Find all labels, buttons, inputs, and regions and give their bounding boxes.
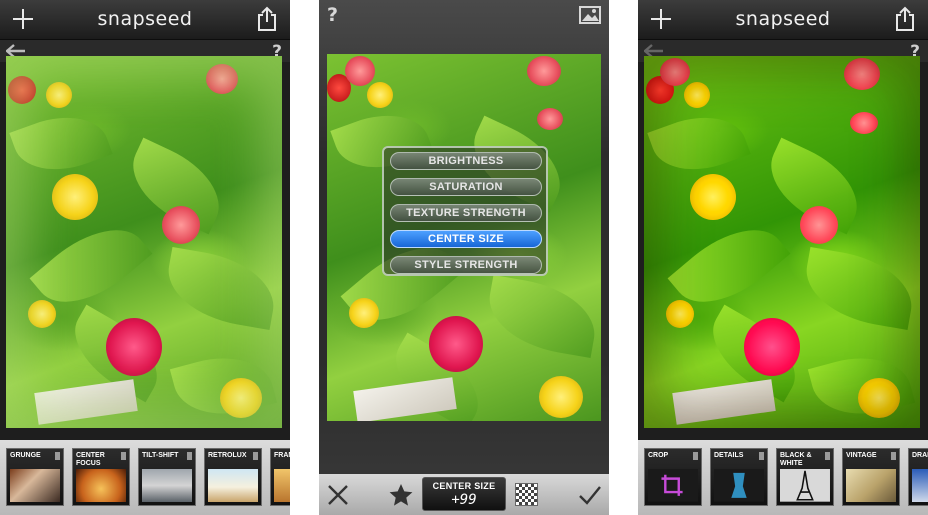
tool-tile-vintage[interactable]: VINTAGE xyxy=(842,448,900,506)
details-icon xyxy=(714,469,764,502)
flower xyxy=(539,376,583,418)
share-icon[interactable] xyxy=(256,6,278,32)
flower xyxy=(429,316,483,372)
leaf xyxy=(799,246,919,331)
help-icon[interactable]: ? xyxy=(327,4,338,26)
star-icon[interactable] xyxy=(388,482,414,508)
flower xyxy=(684,82,710,108)
top-bar: snapseed xyxy=(0,0,290,40)
filter-tile-tilt-shift[interactable]: TILT-SHIFT xyxy=(138,448,196,506)
slider-readout[interactable]: CENTER SIZE +99 xyxy=(422,477,506,511)
tile-marker xyxy=(759,452,764,460)
flower xyxy=(844,58,880,90)
screen-filter-center-focus: snapseed ? GRUNGE CENTER FOCUS TILT-SHIF… xyxy=(0,0,290,515)
leaf xyxy=(161,246,281,331)
tile-marker xyxy=(825,452,830,460)
share-icon[interactable] xyxy=(894,6,916,32)
flower xyxy=(527,56,561,86)
flower xyxy=(744,318,800,376)
flower xyxy=(162,206,200,244)
flower xyxy=(106,318,162,376)
filter-thumbnail xyxy=(274,469,290,502)
flower xyxy=(800,206,838,244)
tool-tile-drama[interactable]: DRAMA xyxy=(908,448,928,506)
photo-canvas[interactable] xyxy=(644,56,920,428)
leaf xyxy=(9,102,113,185)
tool-strip: CROP DETAILS BLACK & WHITE VINTAGE DRA xyxy=(638,440,928,515)
param-texture-strength[interactable]: TEXTURE STRENGTH xyxy=(390,204,542,222)
screen-parameter-menu: ? BRIGHTNESS SATURATION TEXTURE STRENGTH… xyxy=(319,0,609,515)
filter-tile-grunge[interactable]: GRUNGE xyxy=(6,448,64,506)
checkmark-icon[interactable] xyxy=(577,482,603,508)
tile-marker xyxy=(187,452,192,460)
flower xyxy=(660,58,690,86)
readout-label: CENTER SIZE xyxy=(432,481,496,491)
flower xyxy=(28,300,56,328)
checker-icon[interactable] xyxy=(515,483,538,506)
param-brightness[interactable]: BRIGHTNESS xyxy=(390,152,542,170)
leaf xyxy=(482,274,601,359)
screen-tools: snapseed ? CROP DETAILS BLACK & WHITE VI… xyxy=(638,0,928,515)
black-white-thumbnail xyxy=(780,469,830,502)
filter-tile-center-focus[interactable]: CENTER FOCUS xyxy=(72,448,130,506)
flower xyxy=(220,378,262,418)
tile-marker xyxy=(693,452,698,460)
tool-tile-crop[interactable]: CROP xyxy=(644,448,702,506)
flower xyxy=(206,64,238,94)
flower xyxy=(349,298,379,328)
bottom-toolbar: CENTER SIZE +99 xyxy=(319,474,609,515)
image-compare-icon[interactable] xyxy=(579,6,601,24)
flower xyxy=(345,56,375,86)
flower xyxy=(537,108,563,130)
filter-thumbnail xyxy=(846,469,896,502)
filter-strip: GRUNGE CENTER FOCUS TILT-SHIFT RETROLUX … xyxy=(0,440,290,515)
flower xyxy=(367,82,393,108)
flower xyxy=(46,82,72,108)
filter-thumbnail xyxy=(912,469,928,502)
top-bar: snapseed xyxy=(638,0,928,40)
flower xyxy=(52,174,98,220)
tool-tile-black-white[interactable]: BLACK & WHITE xyxy=(776,448,834,506)
app-title: snapseed xyxy=(97,8,193,30)
flower xyxy=(8,76,36,104)
filter-thumbnail xyxy=(142,469,192,502)
flower xyxy=(850,112,878,134)
readout-value: +99 xyxy=(451,492,477,508)
tile-marker xyxy=(891,452,896,460)
crop-icon xyxy=(648,469,698,502)
param-saturation[interactable]: SATURATION xyxy=(390,178,542,196)
filter-thumbnail xyxy=(76,469,126,502)
leaf xyxy=(647,102,751,185)
filter-thumbnail xyxy=(10,469,60,502)
tile-marker xyxy=(253,452,258,460)
flower xyxy=(858,378,900,418)
param-style-strength[interactable]: STYLE STRENGTH xyxy=(390,256,542,274)
flower xyxy=(690,174,736,220)
close-icon[interactable] xyxy=(325,482,351,508)
tile-marker xyxy=(121,452,126,460)
filter-tile-retrolux[interactable]: RETROLUX xyxy=(204,448,262,506)
param-center-size[interactable]: CENTER SIZE xyxy=(390,230,542,248)
parameter-menu: BRIGHTNESS SATURATION TEXTURE STRENGTH C… xyxy=(382,146,548,276)
photo-canvas[interactable] xyxy=(6,56,282,428)
plant-tag xyxy=(34,379,138,425)
tool-tile-details[interactable]: DETAILS xyxy=(710,448,768,506)
app-title: snapseed xyxy=(735,8,831,30)
filter-thumbnail xyxy=(208,469,258,502)
tile-marker xyxy=(55,452,60,460)
filter-tile-frames[interactable]: FRAMES xyxy=(270,448,290,506)
flower xyxy=(666,300,694,328)
plant-tag xyxy=(672,379,776,425)
